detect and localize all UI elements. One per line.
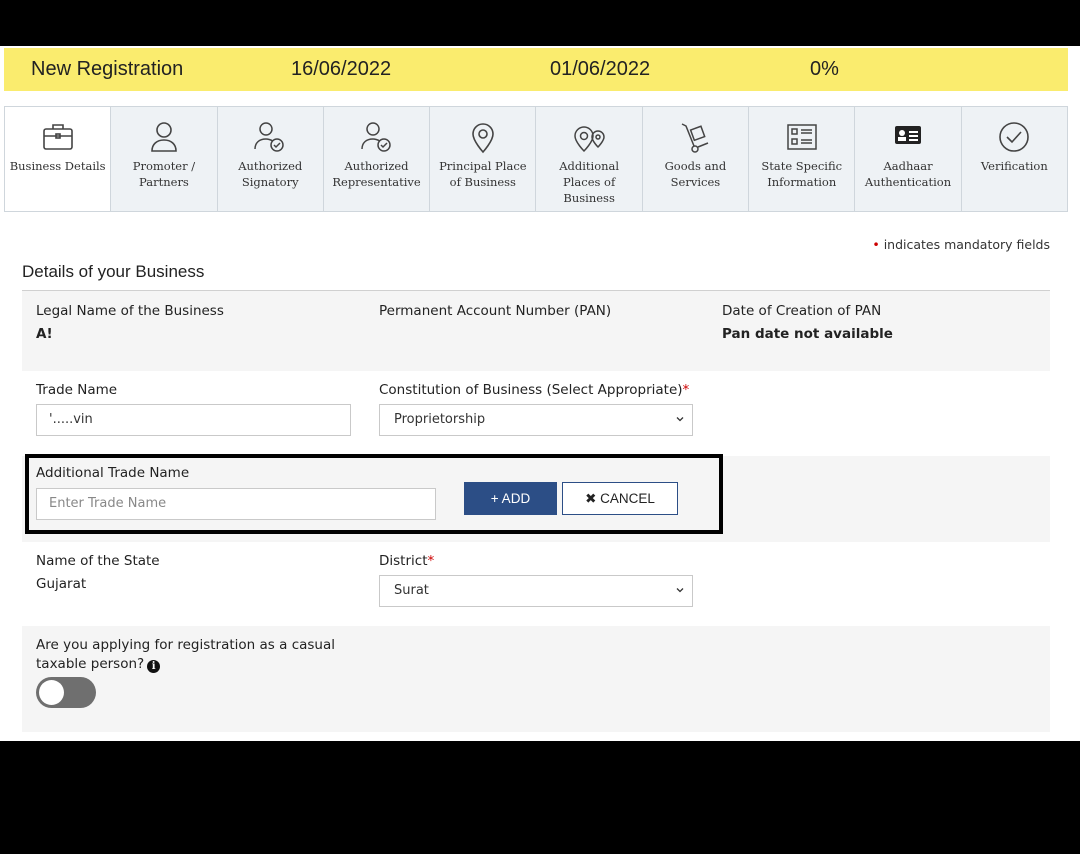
id-card-icon xyxy=(895,126,922,144)
district-selected-value: Surat xyxy=(394,583,429,598)
casual-taxable-question: Are you applying for registration as a c… xyxy=(36,636,335,674)
constitution-selected-value: Proprietorship xyxy=(394,412,486,427)
required-dot-icon: • xyxy=(872,237,880,252)
mandatory-note-text: indicates mandatory fields xyxy=(883,237,1050,252)
progress-percent: 0% xyxy=(810,58,839,80)
tab-goods-services[interactable]: Goods and Services xyxy=(643,107,750,211)
tab-label: Authorized Signatory xyxy=(238,159,303,189)
tab-verification[interactable]: Verification xyxy=(962,107,1067,211)
double-location-pin-icon xyxy=(574,126,605,153)
person-check-icon xyxy=(254,122,284,152)
district-label-text: District xyxy=(379,553,428,569)
legal-name-label: Legal Name of the Business xyxy=(36,303,224,319)
district-select[interactable]: Surat xyxy=(379,575,693,607)
chevron-down-icon xyxy=(676,417,684,422)
tab-business-details[interactable]: Business Details xyxy=(5,107,112,211)
casual-question-line1: Are you applying for registration as a c… xyxy=(36,637,336,653)
casual-taxable-toggle[interactable] xyxy=(36,677,96,708)
cancel-trade-name-button[interactable]: ✖ CANCEL xyxy=(562,482,678,515)
tab-principal-place[interactable]: Principal Place of Business xyxy=(430,107,537,211)
add-trade-name-button[interactable]: + ADD xyxy=(464,482,557,515)
pan-date-value: Pan date not available xyxy=(722,326,893,342)
date-field-2: 01/06/2022 xyxy=(550,58,651,80)
tab-label: Business Details xyxy=(9,159,106,173)
constitution-label: Constitution of Business (Select Appropr… xyxy=(379,382,689,398)
tab-label: Goods and Services xyxy=(664,159,727,189)
tab-authorized-representative[interactable]: Authorized Representative xyxy=(324,107,431,211)
toggle-knob xyxy=(39,680,64,705)
district-label: District* xyxy=(379,553,434,569)
pan-label: Permanent Account Number (PAN) xyxy=(379,303,612,319)
required-asterisk: * xyxy=(427,553,435,569)
registration-status-bar: New Registration 16/06/2022 01/06/2022 0… xyxy=(4,48,1068,91)
state-label: Name of the State xyxy=(36,553,160,569)
casual-question-line2: taxable person? xyxy=(36,656,145,672)
check-circle-icon xyxy=(999,122,1030,152)
pan-date-label: Date of Creation of PAN xyxy=(722,303,882,319)
date-field-1: 16/06/2022 xyxy=(291,58,392,80)
registration-steps-tabs: Business Details Promoter / Partners Aut… xyxy=(4,106,1068,212)
gst-registration-screen: New Registration 16/06/2022 01/06/2022 0… xyxy=(0,46,1080,741)
constitution-label-text: Constitution of Business (Select Appropr… xyxy=(379,382,683,398)
tab-label: Principal Place of Business xyxy=(439,159,527,189)
tab-label: Verification xyxy=(980,159,1048,173)
tab-label: Promoter / Partners xyxy=(132,159,196,189)
briefcase-icon xyxy=(42,124,73,150)
additional-trade-name-label: Additional Trade Name xyxy=(36,465,190,481)
state-value: Gujarat xyxy=(36,576,87,592)
hand-truck-icon xyxy=(682,123,709,153)
required-asterisk: * xyxy=(682,382,690,398)
tab-aadhaar-authentication[interactable]: Aadhaar Authentication xyxy=(855,107,962,211)
constitution-select[interactable]: Proprietorship xyxy=(379,404,693,436)
tab-label: Authorized Representative xyxy=(332,159,421,189)
tab-label: Aadhaar Authentication xyxy=(864,159,952,189)
tab-label: State Specific Information xyxy=(761,159,843,189)
person-check-icon xyxy=(360,122,391,152)
legal-name-value: A! xyxy=(36,326,53,342)
mandatory-fields-note: • indicates mandatory fields xyxy=(872,237,1050,252)
tab-state-specific[interactable]: State Specific Information xyxy=(749,107,856,211)
tab-promoter-partners[interactable]: Promoter / Partners xyxy=(111,107,218,211)
tab-additional-places[interactable]: Additional Places of Business xyxy=(536,107,643,211)
list-icon xyxy=(786,124,817,150)
location-pin-icon xyxy=(472,123,494,154)
registration-title: New Registration xyxy=(31,58,184,80)
section-title: Details of your Business xyxy=(22,262,205,281)
trade-name-label: Trade Name xyxy=(36,382,118,398)
chevron-down-icon xyxy=(676,588,684,593)
person-icon xyxy=(151,122,177,152)
trade-name-input[interactable]: '.....vin xyxy=(36,404,351,436)
info-icon[interactable]: i xyxy=(147,660,161,673)
additional-trade-name-input[interactable]: Enter Trade Name xyxy=(36,488,436,520)
tab-authorized-signatory[interactable]: Authorized Signatory xyxy=(218,107,324,211)
tab-label: Additional Places of Business xyxy=(559,159,620,205)
